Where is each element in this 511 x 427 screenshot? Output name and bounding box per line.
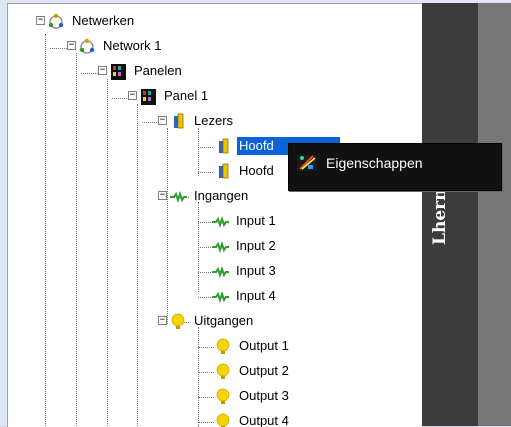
collapse-toggle[interactable]: − <box>67 41 76 50</box>
tree-node-output-3[interactable]: Output 3 <box>214 387 291 405</box>
tree-node-network-1[interactable]: Network 1 <box>78 37 164 55</box>
tree-node-label: Panelen <box>132 62 184 80</box>
tree-node-netwerken[interactable]: Netwerken <box>47 12 136 30</box>
collapse-toggle[interactable]: − <box>158 191 167 200</box>
tree-node-label: Lezers <box>192 112 235 130</box>
input-icon <box>211 263 229 280</box>
tree-connector <box>198 272 211 273</box>
collapse-toggle[interactable]: − <box>158 316 167 325</box>
lightbulb-icon <box>214 388 232 405</box>
lightbulb-icon <box>214 413 232 427</box>
menu-item-label: Eigenschappen <box>326 155 423 171</box>
tree-node-label: Network 1 <box>101 37 164 55</box>
reader-icon <box>214 138 232 155</box>
collapse-toggle[interactable]: − <box>128 91 137 100</box>
tree-connector <box>198 327 199 427</box>
tree-node-label: Netwerken <box>70 12 136 30</box>
lightbulb-icon <box>214 363 232 380</box>
tree-node-label: Input 1 <box>234 212 278 230</box>
tree-connector <box>142 122 159 123</box>
tree-node-input-3[interactable]: Input 3 <box>211 262 278 280</box>
tree-connector <box>107 79 108 426</box>
tree-connector <box>198 347 214 348</box>
tree-connector <box>76 53 77 426</box>
tree-node-label: Panel 1 <box>162 87 210 105</box>
tree-node-label: Input 4 <box>234 287 278 305</box>
lightbulb-icon <box>214 338 232 355</box>
reader-group-icon <box>169 113 187 130</box>
tree-connector <box>198 222 211 223</box>
tree-node-input-4[interactable]: Input 4 <box>211 287 278 305</box>
reader-icon <box>214 163 232 180</box>
tree-connector <box>198 397 214 398</box>
tree-connector <box>198 422 214 423</box>
tree-node-lezers[interactable]: Lezers <box>169 112 235 130</box>
tree-connector <box>198 172 213 173</box>
input-group-icon <box>169 188 187 205</box>
input-icon <box>211 238 229 255</box>
tree-connector <box>167 128 168 324</box>
tree-node-output-1[interactable]: Output 1 <box>214 337 291 355</box>
network-icon <box>78 38 96 55</box>
tree-node-panelen[interactable]: Panelen <box>109 62 184 80</box>
properties-icon <box>297 154 317 172</box>
network-icon <box>47 13 65 30</box>
tree-node-label: Uitgangen <box>192 312 255 330</box>
tree-node-uitgangen[interactable]: Uitgangen <box>169 312 255 330</box>
tree-node-label: Output 3 <box>237 387 291 405</box>
tree-node-ingangen[interactable]: Ingangen <box>169 187 250 205</box>
panel-icon <box>109 63 127 80</box>
tree-node-output-2[interactable]: Output 2 <box>214 362 291 380</box>
tree-connector <box>198 372 214 373</box>
lightbulb-icon <box>169 313 187 330</box>
tree-node-label: Input 3 <box>234 262 278 280</box>
tree-node-output-4[interactable]: Output 4 <box>214 412 291 427</box>
tree-node-hoofd-2[interactable]: Hoofd <box>214 162 276 180</box>
tree-node-label: Hoofd <box>237 162 276 180</box>
tree-connector <box>198 147 213 148</box>
window-left-frame <box>0 0 7 426</box>
side-panel-gray <box>478 3 511 426</box>
tree-node-label: Input 2 <box>234 237 278 255</box>
tree-node-label: Ingangen <box>192 187 250 205</box>
collapse-toggle[interactable]: − <box>36 16 45 25</box>
tree-node-label: Output 4 <box>237 412 291 427</box>
menu-item-eigenschappen[interactable]: Eigenschappen <box>297 152 491 174</box>
tree-node-input-1[interactable]: Input 1 <box>211 212 278 230</box>
collapse-toggle[interactable]: − <box>158 116 167 125</box>
tree-connector <box>198 247 211 248</box>
tree-node-label: Output 1 <box>237 337 291 355</box>
tree-view-panel[interactable]: − − − − − − − Netwerken Network 1 Panele… <box>7 3 423 427</box>
context-menu[interactable]: Eigenschappen <box>288 143 502 191</box>
tree-connector <box>45 34 46 426</box>
tree-node-label: Output 2 <box>237 362 291 380</box>
panel-icon <box>139 88 157 105</box>
tree-connector <box>137 104 138 426</box>
tree-connector <box>198 128 199 176</box>
input-icon <box>211 213 229 230</box>
tree-node-panel-1[interactable]: Panel 1 <box>139 87 210 105</box>
tree-node-input-2[interactable]: Input 2 <box>211 237 278 255</box>
input-icon <box>211 288 229 305</box>
tree-connector <box>198 297 211 298</box>
collapse-toggle[interactable]: − <box>98 66 107 75</box>
